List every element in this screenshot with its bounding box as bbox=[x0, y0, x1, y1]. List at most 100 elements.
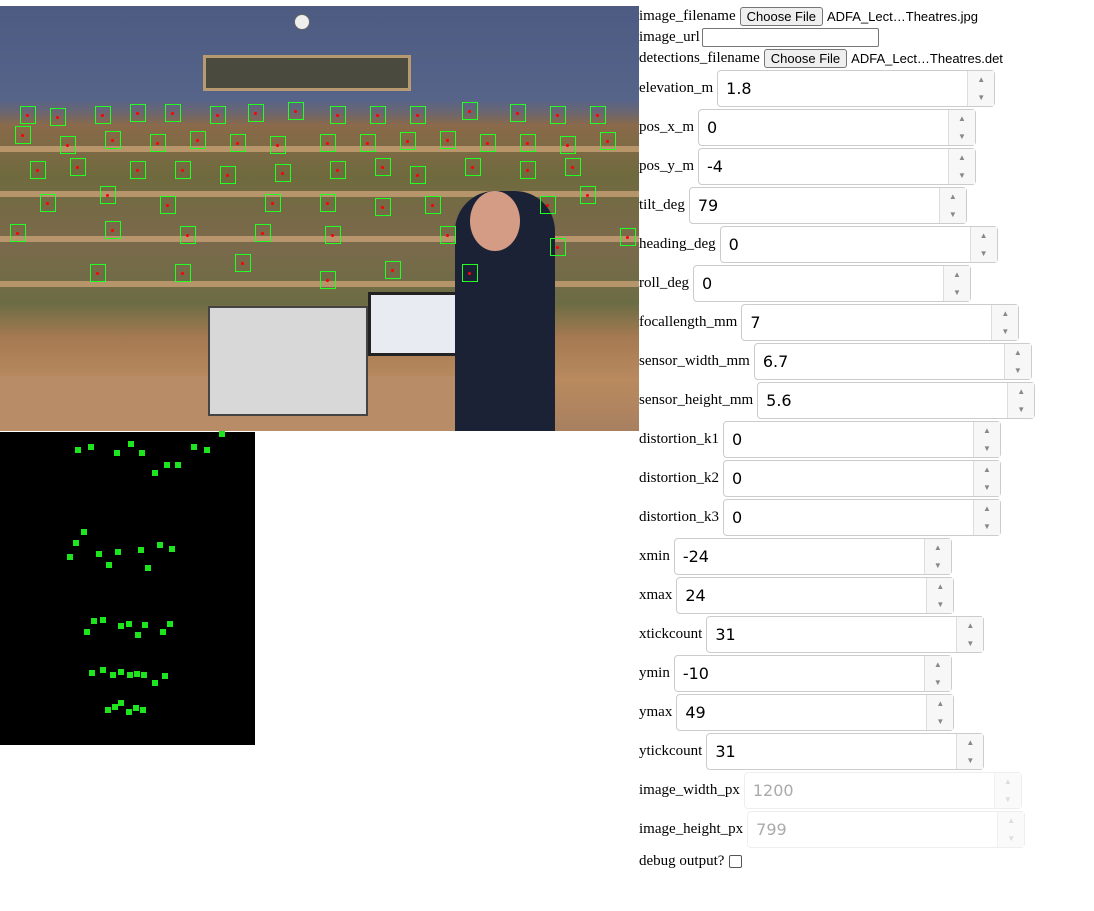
spin-up-icon[interactable]: ▲ bbox=[1004, 777, 1012, 786]
ymin-input[interactable]: -10 ▲ ▼ bbox=[673, 655, 952, 692]
marker-dot bbox=[366, 142, 369, 145]
marker-dot bbox=[226, 174, 229, 177]
marker-dot bbox=[596, 114, 599, 117]
marker-dot bbox=[106, 194, 109, 197]
spin-up-icon[interactable]: ▲ bbox=[1001, 309, 1009, 318]
spinner[interactable]: ▲ ▼ bbox=[948, 149, 976, 184]
spin-down-icon[interactable]: ▼ bbox=[934, 678, 942, 687]
spinner[interactable]: ▲ ▼ bbox=[923, 539, 951, 574]
ytickcount-input[interactable]: 31 ▲ ▼ bbox=[706, 733, 985, 770]
spinner[interactable]: ▲ ▼ bbox=[923, 656, 951, 691]
lecture-theatre-photo bbox=[0, 6, 639, 431]
spin-down-icon[interactable]: ▼ bbox=[966, 639, 974, 648]
xmax-input[interactable]: 24 ▲ ▼ bbox=[676, 577, 955, 614]
heading-deg-input[interactable]: 0 ▲ ▼ bbox=[719, 226, 998, 263]
spin-down-icon[interactable]: ▼ bbox=[980, 249, 988, 258]
debug-checkbox[interactable] bbox=[729, 854, 743, 868]
spin-up-icon[interactable]: ▲ bbox=[934, 543, 942, 552]
spin-up-icon[interactable]: ▲ bbox=[1007, 816, 1015, 825]
spin-up-icon[interactable]: ▲ bbox=[953, 270, 961, 279]
projected-point bbox=[127, 672, 133, 678]
spin-down-icon[interactable]: ▼ bbox=[1007, 834, 1015, 843]
pos-x-m-input[interactable]: 0 ▲ ▼ bbox=[698, 109, 977, 146]
projected-point bbox=[175, 462, 181, 468]
spin-down-icon[interactable]: ▼ bbox=[1014, 366, 1022, 375]
spinner[interactable]: ▲ ▼ bbox=[948, 110, 976, 145]
spinner[interactable]: ▲ ▼ bbox=[938, 188, 966, 223]
field-value: 31 bbox=[715, 625, 736, 644]
field-row-distortion-k2: distortion_k2 0 ▲ ▼ bbox=[639, 459, 1094, 498]
field-row-pos-y-m: pos_y_m -4 ▲ ▼ bbox=[639, 147, 1094, 186]
spin-down-icon[interactable]: ▼ bbox=[983, 444, 991, 453]
focallength-mm-input[interactable]: 7 ▲ ▼ bbox=[741, 304, 1020, 341]
spin-up-icon[interactable]: ▲ bbox=[949, 192, 957, 201]
tilt-deg-input[interactable]: 79 ▲ ▼ bbox=[688, 187, 967, 224]
spin-up-icon[interactable]: ▲ bbox=[966, 621, 974, 630]
spinner[interactable]: ▲ ▼ bbox=[973, 422, 1001, 457]
spinner[interactable]: ▲ ▼ bbox=[956, 734, 984, 769]
marker-dot bbox=[276, 144, 279, 147]
spin-up-icon[interactable]: ▲ bbox=[983, 504, 991, 513]
image-filename-row: image_filename Choose File ADFA_Lect…The… bbox=[639, 6, 1094, 27]
marker-dot bbox=[516, 112, 519, 115]
spin-up-icon[interactable]: ▲ bbox=[983, 426, 991, 435]
spin-down-icon[interactable]: ▼ bbox=[1001, 327, 1009, 336]
spin-down-icon[interactable]: ▼ bbox=[983, 483, 991, 492]
spin-down-icon[interactable]: ▼ bbox=[977, 93, 985, 102]
distortion-k3-input[interactable]: 0 ▲ ▼ bbox=[723, 499, 1002, 536]
spin-up-icon[interactable]: ▲ bbox=[1014, 348, 1022, 357]
spin-up-icon[interactable]: ▲ bbox=[983, 465, 991, 474]
pos-y-m-input[interactable]: -4 ▲ ▼ bbox=[698, 148, 977, 185]
sensor-width-mm-input[interactable]: 6.7 ▲ ▼ bbox=[753, 343, 1032, 380]
image-choose-file-button[interactable]: Choose File bbox=[739, 7, 823, 26]
spinner[interactable]: ▲ ▼ bbox=[926, 695, 954, 730]
spin-up-icon[interactable]: ▲ bbox=[934, 660, 942, 669]
spin-up-icon[interactable]: ▲ bbox=[980, 231, 988, 240]
spinner[interactable]: ▲ ▼ bbox=[991, 305, 1019, 340]
spin-down-icon[interactable]: ▼ bbox=[949, 210, 957, 219]
spinner[interactable]: ▲ ▼ bbox=[967, 71, 995, 106]
field-value: 6.7 bbox=[762, 352, 789, 371]
sensor-height-mm-input[interactable]: 5.6 ▲ ▼ bbox=[757, 382, 1036, 419]
ymax-input[interactable]: 49 ▲ ▼ bbox=[676, 694, 955, 731]
spin-up-icon[interactable]: ▲ bbox=[966, 738, 974, 747]
spinner[interactable]: ▲ ▼ bbox=[926, 578, 954, 613]
elevation-m-input[interactable]: 1.8 ▲ ▼ bbox=[717, 70, 996, 107]
detections-choose-file-button[interactable]: Choose File bbox=[763, 49, 848, 68]
spin-down-icon[interactable]: ▼ bbox=[936, 717, 944, 726]
spinner[interactable]: ▲ ▼ bbox=[973, 461, 1001, 496]
spin-up-icon[interactable]: ▲ bbox=[958, 114, 966, 123]
spin-down-icon[interactable]: ▼ bbox=[1004, 795, 1012, 804]
roll-deg-input[interactable]: 0 ▲ ▼ bbox=[693, 265, 971, 302]
projected-point bbox=[145, 565, 151, 571]
field-value: 0 bbox=[732, 430, 743, 449]
xmin-input[interactable]: -24 ▲ ▼ bbox=[673, 538, 952, 575]
spin-down-icon[interactable]: ▼ bbox=[983, 522, 991, 531]
spinner[interactable]: ▲ ▼ bbox=[969, 227, 997, 262]
spin-down-icon[interactable]: ▼ bbox=[953, 288, 961, 297]
marker-dot bbox=[271, 202, 274, 205]
spinner[interactable]: ▲ ▼ bbox=[956, 617, 984, 652]
image-url-input[interactable] bbox=[701, 28, 879, 47]
distortion-k2-input[interactable]: 0 ▲ ▼ bbox=[723, 460, 1002, 497]
field-row-distortion-k3: distortion_k3 0 ▲ ▼ bbox=[639, 498, 1094, 537]
laptop bbox=[368, 292, 464, 356]
spin-up-icon[interactable]: ▲ bbox=[977, 75, 985, 84]
spin-up-icon[interactable]: ▲ bbox=[958, 153, 966, 162]
distortion-k1-input[interactable]: 0 ▲ ▼ bbox=[723, 421, 1002, 458]
spin-up-icon[interactable]: ▲ bbox=[936, 582, 944, 591]
spinner[interactable]: ▲ ▼ bbox=[973, 500, 1001, 535]
spin-down-icon[interactable]: ▼ bbox=[1017, 405, 1025, 414]
spin-down-icon[interactable]: ▼ bbox=[934, 561, 942, 570]
xtickcount-input[interactable]: 31 ▲ ▼ bbox=[706, 616, 985, 653]
field-row-elevation-m: elevation_m 1.8 ▲ ▼ bbox=[639, 69, 1094, 108]
spinner[interactable]: ▲ ▼ bbox=[1003, 344, 1031, 379]
spin-down-icon[interactable]: ▼ bbox=[936, 600, 944, 609]
spinner[interactable]: ▲ ▼ bbox=[943, 266, 970, 301]
spin-up-icon[interactable]: ▲ bbox=[1017, 387, 1025, 396]
spin-down-icon[interactable]: ▼ bbox=[958, 171, 966, 180]
spinner[interactable]: ▲ ▼ bbox=[1007, 383, 1035, 418]
spin-down-icon[interactable]: ▼ bbox=[958, 132, 966, 141]
spin-up-icon[interactable]: ▲ bbox=[936, 699, 944, 708]
spin-down-icon[interactable]: ▼ bbox=[966, 756, 974, 765]
